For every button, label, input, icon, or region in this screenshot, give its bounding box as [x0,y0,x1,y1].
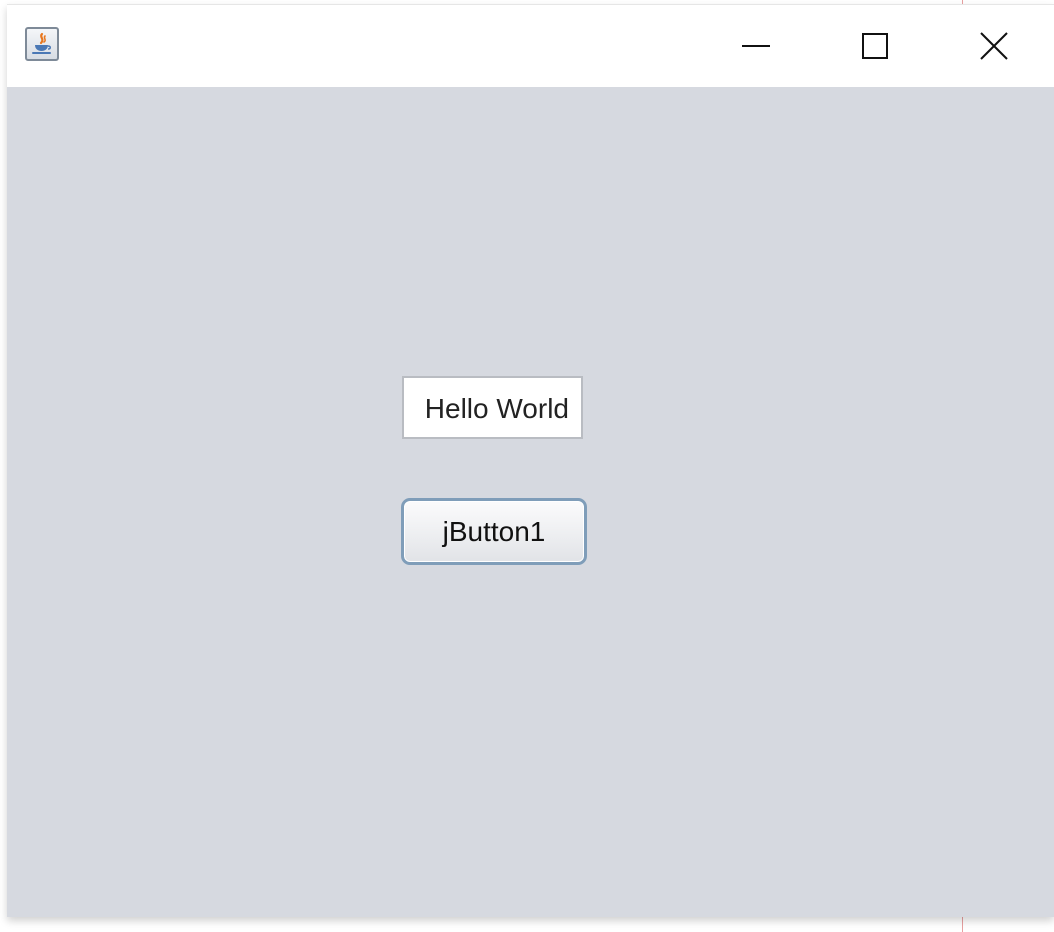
title-bar[interactable] [7,5,1054,87]
text-field[interactable]: Hello World [402,376,583,439]
app-window: Hello World jButton1 [7,4,1054,917]
content-panel: Hello World jButton1 [7,87,1054,913]
text-field-value: Hello World [424,393,569,424]
java-coffee-cup-icon[interactable] [25,27,59,61]
maximize-icon [862,33,888,59]
minimize-icon [742,45,770,47]
jbutton1-button[interactable]: jButton1 [401,498,587,565]
close-button[interactable] [936,5,1052,87]
maximize-button[interactable] [817,5,933,87]
close-icon [980,32,1008,60]
minimize-button[interactable] [698,5,814,87]
